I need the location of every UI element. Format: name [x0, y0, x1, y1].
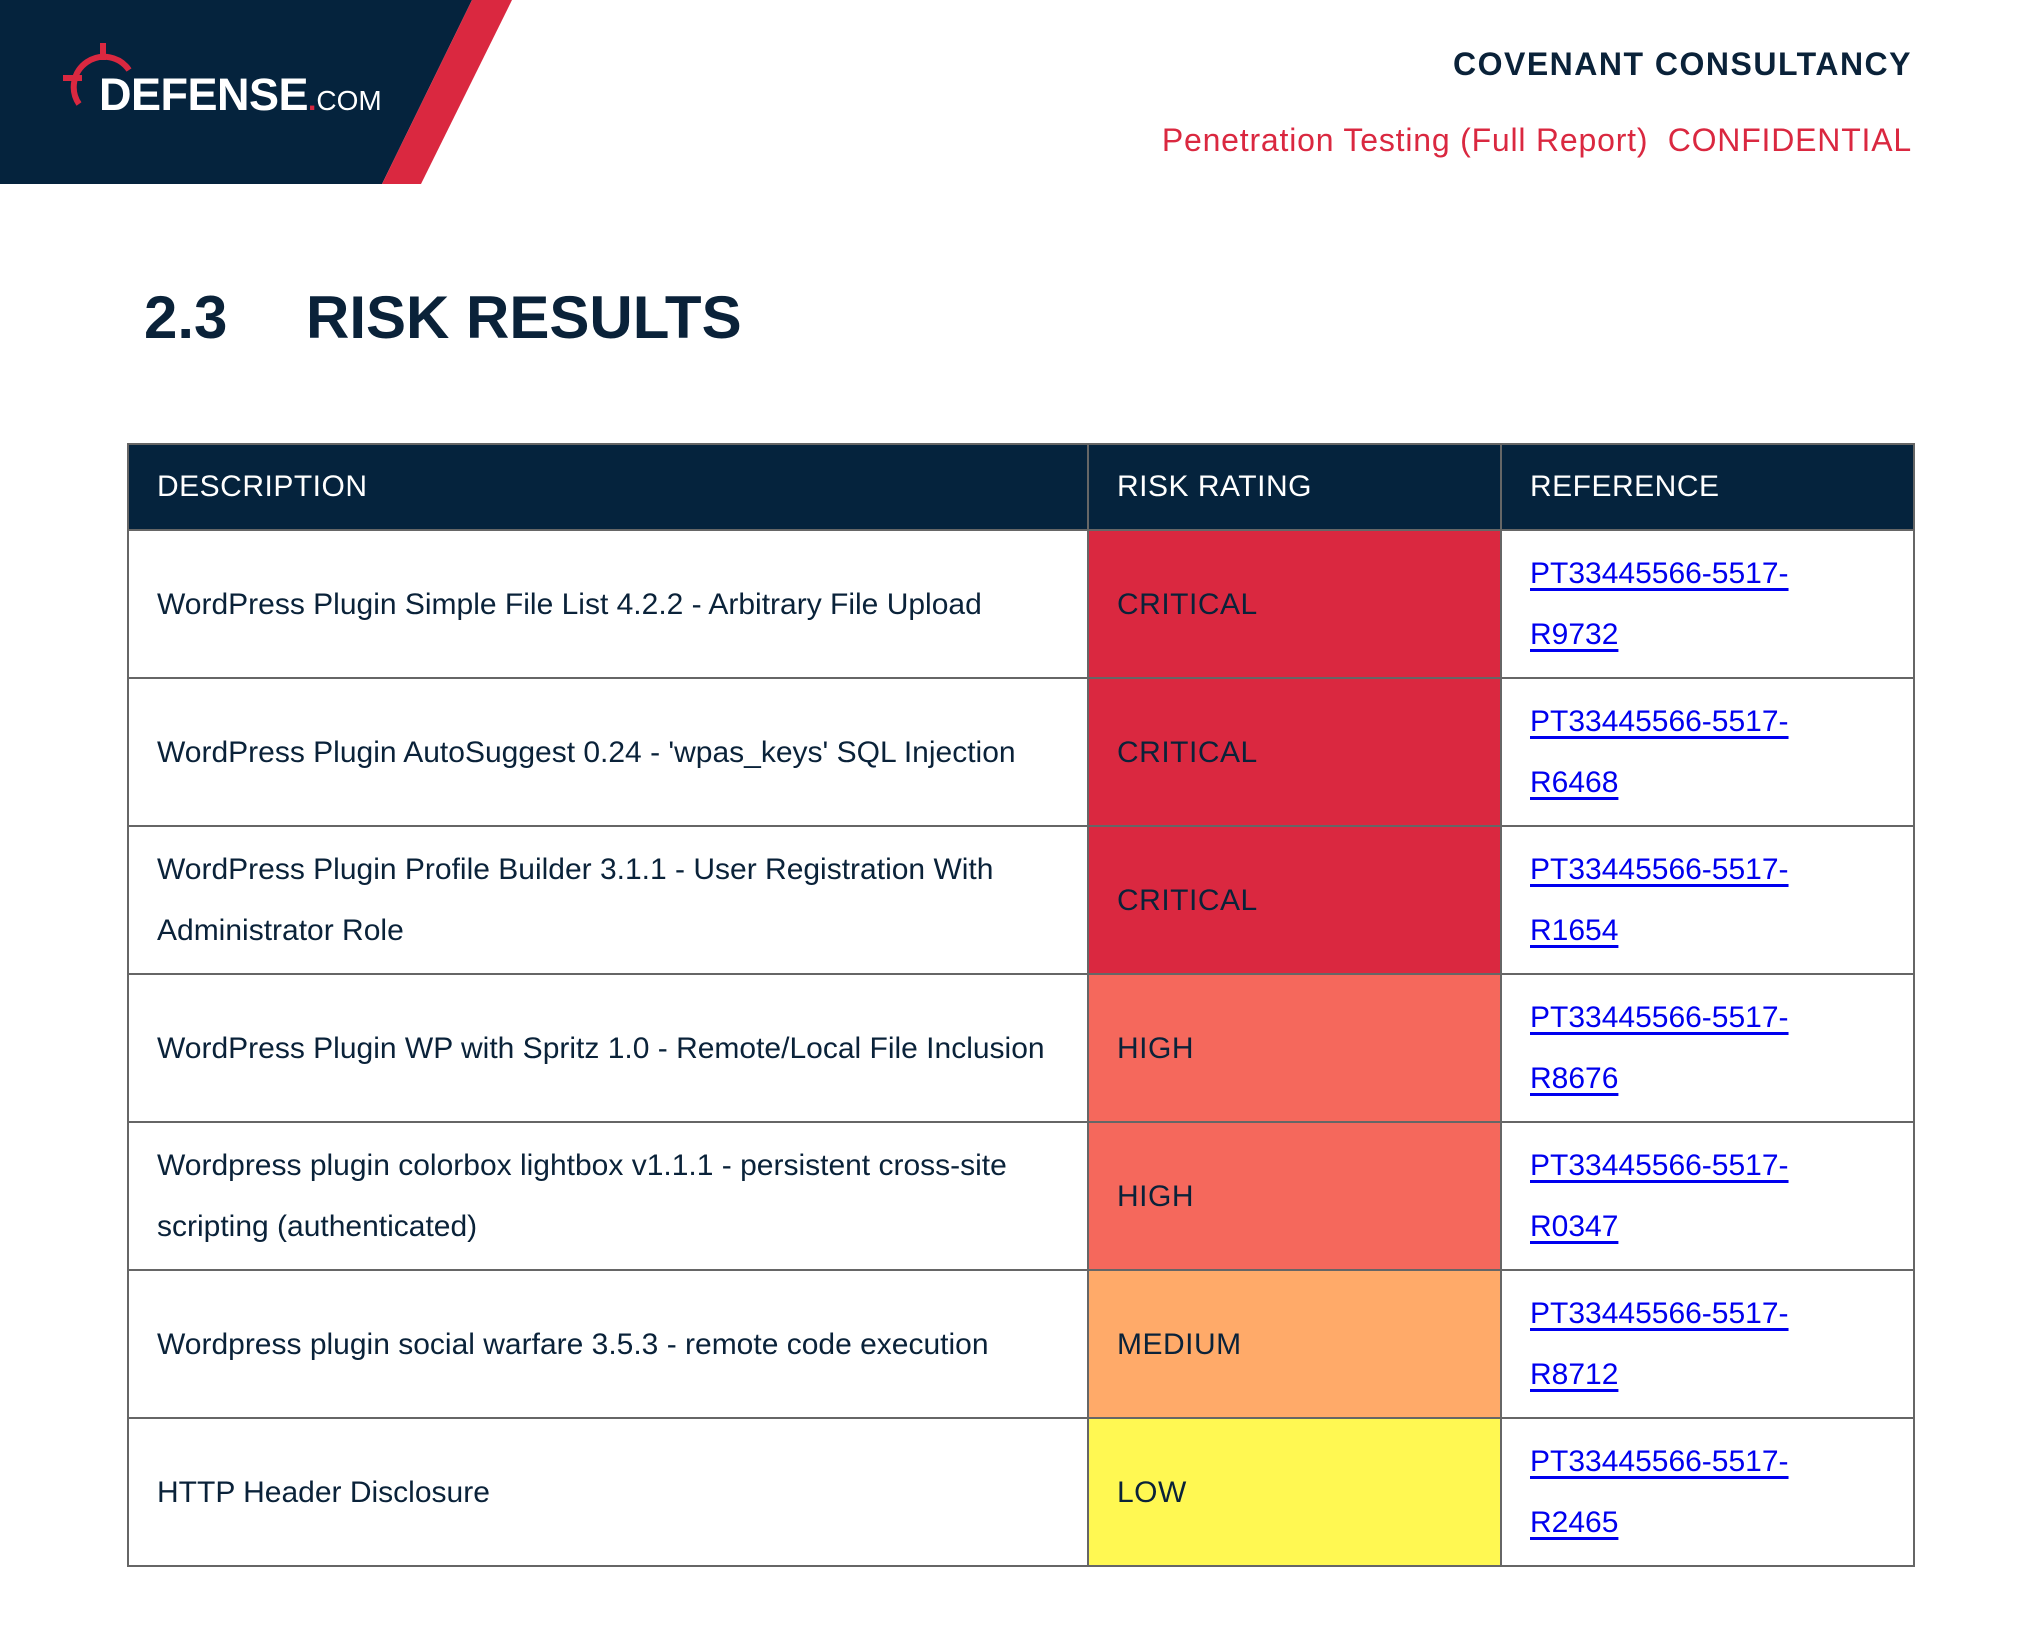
section-title: RISK RESULTS: [306, 284, 742, 351]
reference-link[interactable]: PT33445566-5517- R8676: [1530, 987, 1830, 1109]
risk-description: WordPress Plugin Simple File List 4.2.2 …: [127, 529, 1089, 679]
risk-description: HTTP Header Disclosure: [127, 1417, 1089, 1567]
company-name: COVENANT CONSULTANCY: [1452, 46, 1912, 82]
reference-link[interactable]: PT33445566-5517- R8712: [1530, 1283, 1830, 1405]
risk-description: Wordpress plugin colorbox lightbox v1.1.…: [127, 1121, 1089, 1271]
table-row: Wordpress plugin colorbox lightbox v1.1.…: [127, 1121, 1915, 1271]
risk-rating-badge: CRITICAL: [1087, 677, 1502, 827]
table-row: WordPress Plugin Simple File List 4.2.2 …: [127, 529, 1915, 679]
risk-description: WordPress Plugin Profile Builder 3.1.1 -…: [127, 825, 1089, 975]
section-heading: 2.3 RISK RESULTS: [144, 284, 742, 352]
column-header-reference: REFERENCE: [1500, 443, 1915, 531]
risk-rating-badge: CRITICAL: [1087, 529, 1502, 679]
reference-link[interactable]: PT33445566-5517- R9732: [1530, 543, 1830, 665]
column-header-risk-rating: RISK RATING: [1087, 443, 1502, 531]
logo-wordmark: DEFENSE: [99, 69, 309, 120]
risk-description: Wordpress plugin social warfare 3.5.3 - …: [127, 1269, 1089, 1419]
table-row: HTTP Header Disclosure LOW PT33445566-5517…: [127, 1417, 1915, 1567]
reference-cell: PT33445566-5517- R0347: [1500, 1121, 1915, 1271]
reference-link[interactable]: PT33445566-5517- R2465: [1530, 1431, 1830, 1553]
risk-description: WordPress Plugin WP with Spritz 1.0 - Re…: [127, 973, 1089, 1123]
risk-results-table: DESCRIPTION RISK RATING REFERENCE WordPr…: [127, 443, 1915, 1567]
risk-rating-badge: HIGH: [1087, 973, 1502, 1123]
table-row: WordPress Plugin WP with Spritz 1.0 - Re…: [127, 973, 1915, 1123]
risk-rating-badge: CRITICAL: [1087, 825, 1502, 975]
risk-description: WordPress Plugin AutoSuggest 0.24 - 'wpa…: [127, 677, 1089, 827]
table-row: WordPress Plugin Profile Builder 3.1.1 -…: [127, 825, 1915, 975]
table-row: Wordpress plugin social warfare 3.5.3 - …: [127, 1269, 1915, 1419]
report-subtitle: Penetration Testing (Full Report) CONFID…: [1161, 122, 1912, 158]
column-header-description: DESCRIPTION: [127, 443, 1089, 531]
table-row: WordPress Plugin AutoSuggest 0.24 - 'wpa…: [127, 677, 1915, 827]
table-header-row: DESCRIPTION RISK RATING REFERENCE: [127, 443, 1915, 531]
risk-rating-badge: HIGH: [1087, 1121, 1502, 1271]
risk-rating-badge: LOW: [1087, 1417, 1502, 1567]
brand-logo: DEFENSE.COM: [99, 70, 382, 120]
reference-cell: PT33445566-5517- R6468: [1500, 677, 1915, 827]
reference-link[interactable]: PT33445566-5517- R1654: [1530, 839, 1830, 961]
reference-link[interactable]: PT33445566-5517- R0347: [1530, 1135, 1830, 1257]
reference-cell: PT33445566-5517- R1654: [1500, 825, 1915, 975]
reference-cell: PT33445566-5517- R9732: [1500, 529, 1915, 679]
reference-cell: PT33445566-5517- R8676: [1500, 973, 1915, 1123]
reference-cell: PT33445566-5517- R2465: [1500, 1417, 1915, 1567]
table-body: WordPress Plugin Simple File List 4.2.2 …: [127, 529, 1915, 1567]
reference-cell: PT33445566-5517- R8712: [1500, 1269, 1915, 1419]
section-number: 2.3: [144, 284, 228, 351]
risk-rating-badge: MEDIUM: [1087, 1269, 1502, 1419]
reference-link[interactable]: PT33445566-5517- R6468: [1530, 691, 1830, 813]
logo-tld: COM: [316, 85, 382, 116]
